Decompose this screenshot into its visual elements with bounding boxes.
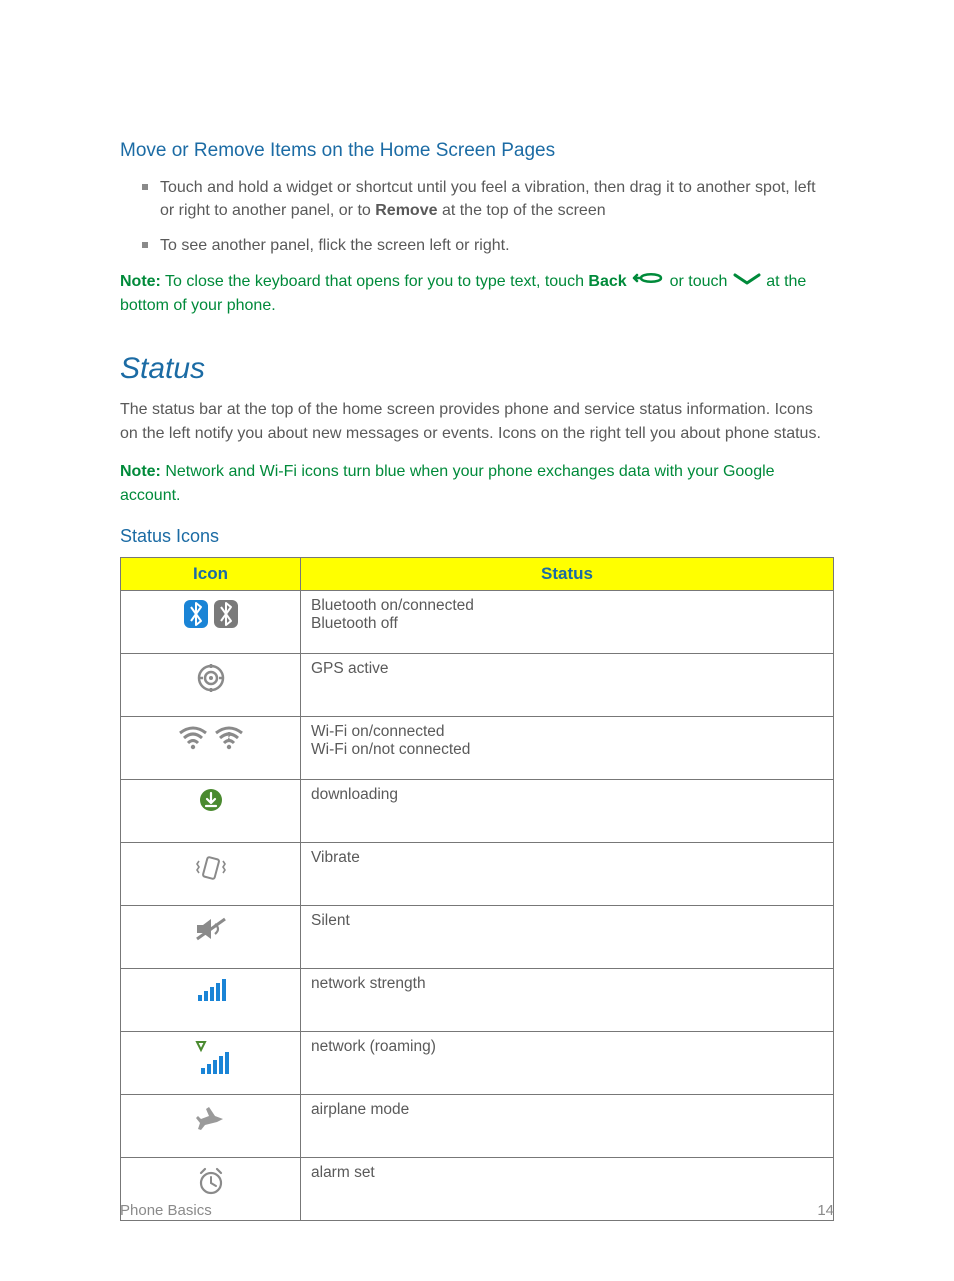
table-header-status: Status <box>301 557 834 590</box>
note-close-keyboard: Note: To close the keyboard that opens f… <box>120 270 834 318</box>
network-strength-icon <box>121 968 301 1031</box>
bullet-list: Touch and hold a widget or shortcut unti… <box>142 176 834 258</box>
back-icon <box>631 270 665 294</box>
note-back-bold: Back <box>588 273 626 290</box>
silent-icon <box>121 905 301 968</box>
table-row: Bluetooth on/connected Bluetooth off <box>121 590 834 653</box>
bullet-bold-remove: Remove <box>375 202 437 219</box>
table-cell-status: Bluetooth on/connected Bluetooth off <box>301 590 834 653</box>
table-header-icon: Icon <box>121 557 301 590</box>
note-network-wifi: Note: Network and Wi-Fi icons turn blue … <box>120 460 834 508</box>
note-label: Note: <box>120 273 161 290</box>
wifi-icon: ? <box>121 716 301 779</box>
gps-icon <box>121 653 301 716</box>
heading-move-remove: Move or Remove Items on the Home Screen … <box>120 140 834 162</box>
network-roaming-icon <box>121 1031 301 1094</box>
table-row: downloading <box>121 779 834 842</box>
chevron-down-icon <box>732 270 762 294</box>
table-cell-status: network strength <box>301 968 834 1031</box>
footer-section: Phone Basics <box>120 1202 212 1219</box>
document-page: Move or Remove Items on the Home Screen … <box>0 0 954 1281</box>
page-footer: Phone Basics 14 <box>120 1202 834 1219</box>
bullet-item-flick: To see another panel, flick the screen l… <box>142 234 834 257</box>
table-row: GPS active <box>121 653 834 716</box>
bullet-item-move: Touch and hold a widget or shortcut unti… <box>142 176 834 222</box>
table-cell-status: Vibrate <box>301 842 834 905</box>
table-row: airplane mode <box>121 1094 834 1157</box>
airplane-mode-icon <box>121 1094 301 1157</box>
status-intro: The status bar at the top of the home sc… <box>120 398 834 446</box>
table-row: Vibrate <box>121 842 834 905</box>
note-text: Network and Wi-Fi icons turn blue when y… <box>120 463 775 504</box>
table-row: network strength <box>121 968 834 1031</box>
table-cell-status: Silent <box>301 905 834 968</box>
status-icons-table: Icon Status Bluetooth on/connected Bluet… <box>120 557 834 1221</box>
table-cell-status: downloading <box>301 779 834 842</box>
table-row: ? Wi-Fi on/connected Wi-Fi on/not connec… <box>121 716 834 779</box>
table-cell-status: Wi-Fi on/connected Wi-Fi on/not connecte… <box>301 716 834 779</box>
footer-page-number: 14 <box>817 1202 834 1219</box>
svg-text:?: ? <box>225 731 231 742</box>
table-cell-status: GPS active <box>301 653 834 716</box>
bluetooth-icon <box>121 590 301 653</box>
table-row: Silent <box>121 905 834 968</box>
table-row: network (roaming) <box>121 1031 834 1094</box>
note-text: To close the keyboard that opens for you… <box>161 273 589 290</box>
section-status-title: Status <box>120 352 834 386</box>
bullet-text: at the top of the screen <box>438 202 606 219</box>
table-cell-status: network (roaming) <box>301 1031 834 1094</box>
vibrate-icon <box>121 842 301 905</box>
note-text: or touch <box>665 273 732 290</box>
note-label: Note: <box>120 463 161 480</box>
downloading-icon <box>121 779 301 842</box>
table-cell-status: airplane mode <box>301 1094 834 1157</box>
status-icons-heading: Status Icons <box>120 526 834 547</box>
